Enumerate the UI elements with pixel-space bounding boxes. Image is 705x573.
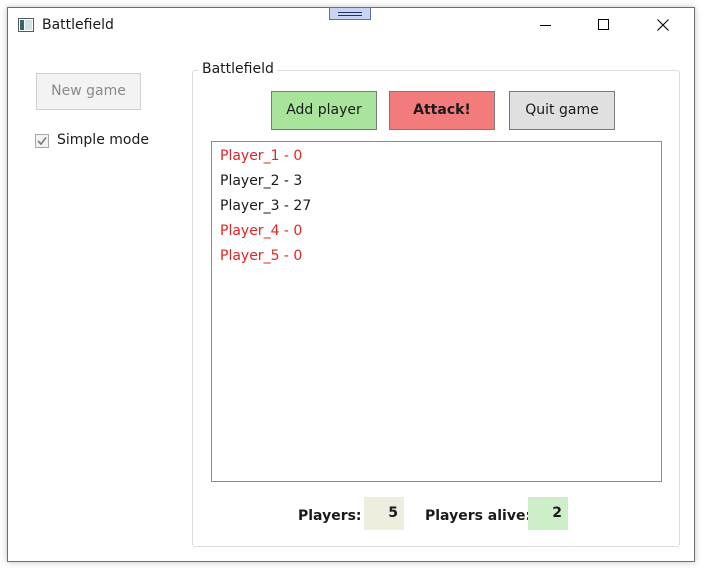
list-item[interactable]: Player_1 - 0: [220, 148, 302, 164]
title-bar[interactable]: Battlefield: [8, 7, 694, 46]
players-alive-label: Players alive:: [425, 508, 532, 524]
maximize-button[interactable]: [576, 8, 634, 44]
maximize-icon: [598, 19, 609, 30]
players-listbox[interactable]: Player_1 - 0 Player_2 - 3 Player_3 - 27 …: [211, 141, 662, 482]
simple-mode-label[interactable]: Simple mode: [57, 132, 149, 148]
checkmark-icon: [37, 137, 47, 146]
attack-button[interactable]: Attack!: [389, 91, 495, 130]
minimize-button[interactable]: [518, 8, 576, 44]
players-count-label: Players:: [298, 508, 362, 524]
app-icon: [18, 18, 34, 32]
list-item[interactable]: Player_5 - 0: [220, 248, 302, 264]
quit-game-button[interactable]: Quit game: [509, 91, 615, 130]
list-item[interactable]: Player_4 - 0: [220, 223, 302, 239]
groupbox-title: Battlefield: [199, 61, 277, 77]
add-player-button[interactable]: Add player: [271, 91, 377, 130]
list-item[interactable]: Player_3 - 27: [220, 198, 311, 214]
list-item[interactable]: Player_2 - 3: [220, 173, 302, 189]
app-window: Battlefield New game Simple mode Battlef…: [7, 7, 695, 562]
drag-grip-icon[interactable]: [329, 7, 371, 20]
players-alive-value: 2: [528, 497, 568, 530]
players-count-value: 5: [364, 497, 404, 530]
close-icon: [657, 19, 669, 31]
minimize-icon: [540, 25, 551, 26]
new-game-button[interactable]: New game: [36, 73, 141, 110]
close-button[interactable]: [635, 8, 693, 44]
simple-mode-checkbox[interactable]: [35, 134, 49, 148]
window-title: Battlefield: [42, 17, 114, 33]
